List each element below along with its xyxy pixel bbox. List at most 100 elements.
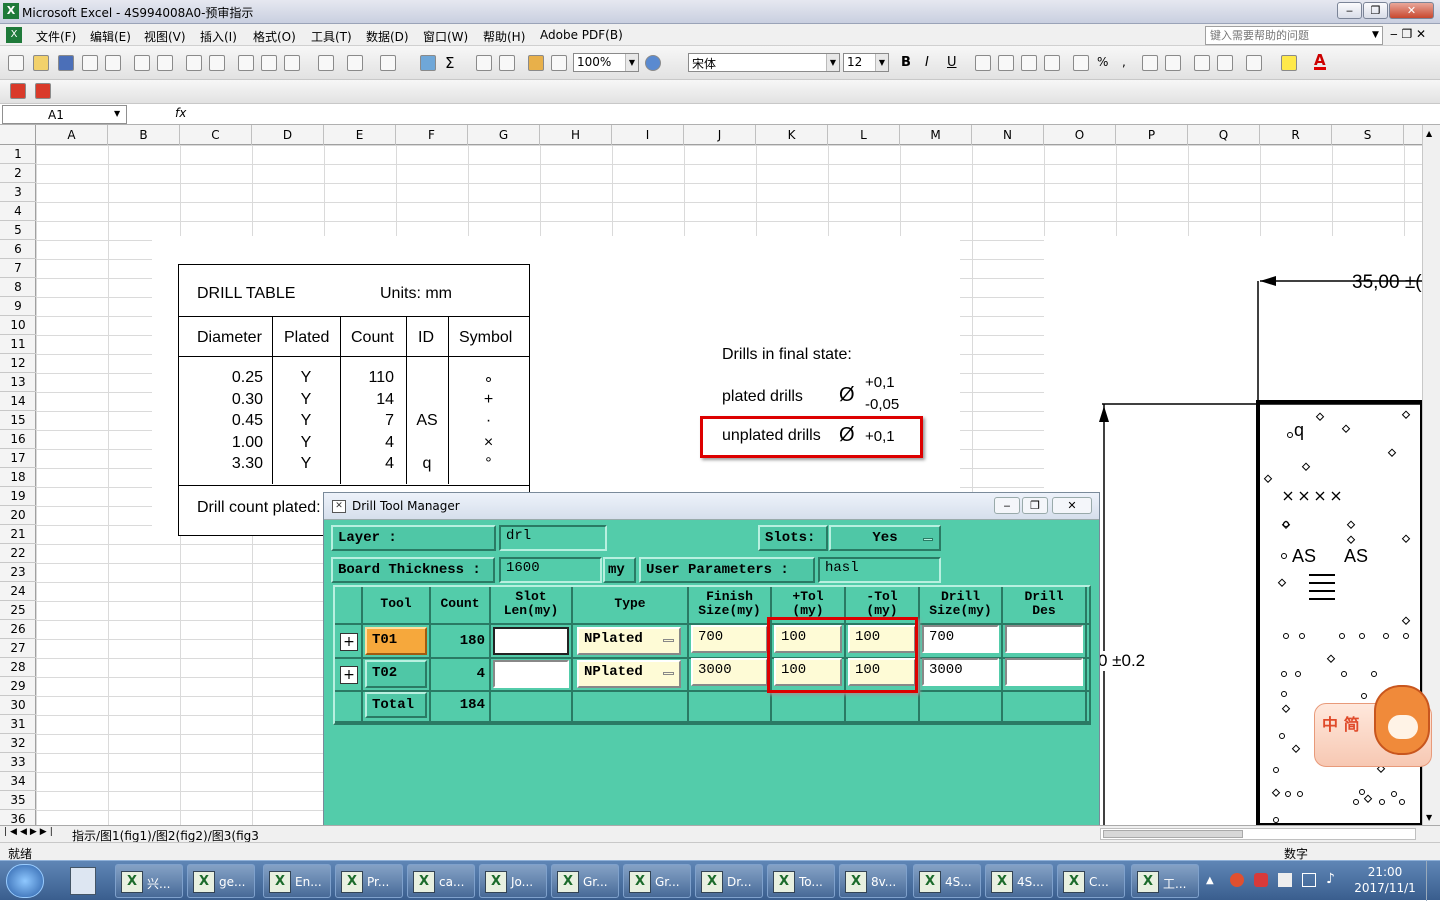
column-header[interactable]: I <box>612 125 684 145</box>
row-header[interactable]: 34 <box>0 772 36 791</box>
format-painter-icon[interactable] <box>318 55 334 71</box>
expand-t02-icon[interactable]: + <box>340 666 358 684</box>
row-header[interactable]: 25 <box>0 601 36 620</box>
menu-format[interactable]: 格式(O) <box>253 28 296 45</box>
tray-expand-icon[interactable]: ▲ <box>1206 875 1214 886</box>
slot-len-t01-input[interactable] <box>493 627 569 655</box>
taskbar-button[interactable]: X Gr... <box>551 864 619 898</box>
dialog-minimize-button[interactable]: ‒ <box>994 497 1020 514</box>
pdf-convert-icon[interactable] <box>10 83 26 99</box>
bold-icon[interactable]: B <box>901 55 911 70</box>
user-parameters-input[interactable]: hasl <box>818 557 941 583</box>
column-header[interactable]: B <box>108 125 180 145</box>
align-left-icon[interactable] <box>975 55 991 71</box>
column-header[interactable]: P <box>1116 125 1188 145</box>
decrease-decimal-icon[interactable] <box>1165 55 1181 71</box>
new-icon[interactable] <box>8 55 24 71</box>
sort-descending-icon[interactable] <box>499 55 515 71</box>
tray-app-icon-3[interactable] <box>1278 873 1292 887</box>
scroll-up-icon[interactable]: ▲ <box>1426 129 1432 138</box>
row-header[interactable]: 18 <box>0 468 36 487</box>
row-header[interactable]: 35 <box>0 791 36 810</box>
increase-decimal-icon[interactable] <box>1142 55 1158 71</box>
column-header[interactable]: S <box>1332 125 1404 145</box>
taskbar-button[interactable]: X 工... <box>1131 864 1199 898</box>
row-header[interactable]: 20 <box>0 506 36 525</box>
fill-color-icon[interactable] <box>1281 55 1297 71</box>
align-right-icon[interactable] <box>1021 55 1037 71</box>
merge-center-icon[interactable] <box>1044 55 1060 71</box>
drill-size-t02-input[interactable]: 3000 <box>922 658 999 686</box>
font-size-select[interactable]: 12 ▼ <box>843 53 889 72</box>
column-header[interactable]: O <box>1044 125 1116 145</box>
row-header[interactable]: 12 <box>0 354 36 373</box>
type-t02-select[interactable]: NPlated <box>577 660 681 688</box>
column-header[interactable]: F <box>396 125 468 145</box>
layer-input[interactable]: drl <box>499 525 607 551</box>
drill-des-t01-input[interactable] <box>1005 625 1083 653</box>
column-header[interactable]: L <box>828 125 900 145</box>
row-header[interactable]: 27 <box>0 639 36 658</box>
underline-icon[interactable]: U <box>947 55 957 70</box>
column-header[interactable]: K <box>756 125 828 145</box>
select-all-corner[interactable] <box>0 125 36 145</box>
row-header[interactable]: 32 <box>0 734 36 753</box>
pdf-email-icon[interactable] <box>35 83 51 99</box>
italic-icon[interactable]: I <box>925 55 929 70</box>
ime-widget[interactable]: 中 简 <box>1312 685 1436 771</box>
autosum-icon[interactable]: Σ <box>445 54 454 72</box>
taskbar-button[interactable]: X Pr... <box>335 864 403 898</box>
help-dropdown-icon[interactable]: ▼ <box>1372 30 1379 40</box>
column-header[interactable]: G <box>468 125 540 145</box>
taskbar-button[interactable]: X To... <box>767 864 835 898</box>
taskbar-button[interactable]: X Jo... <box>479 864 547 898</box>
taskbar-button[interactable]: X 4S... <box>913 864 981 898</box>
taskbar-button[interactable]: X Dr... <box>695 864 763 898</box>
row-header[interactable]: 2 <box>0 164 36 183</box>
row-header[interactable]: 17 <box>0 449 36 468</box>
volume-icon[interactable]: ♪ <box>1326 871 1335 887</box>
row-header[interactable]: 33 <box>0 753 36 772</box>
menu-help[interactable]: 帮助(H) <box>483 28 525 45</box>
horizontal-scrollbar[interactable] <box>1100 828 1416 840</box>
row-header[interactable]: 9 <box>0 297 36 316</box>
start-button[interactable] <box>6 864 44 898</box>
column-header[interactable]: E <box>324 125 396 145</box>
column-header[interactable]: J <box>684 125 756 145</box>
research-icon[interactable] <box>209 55 225 71</box>
maximize-button[interactable]: ❐ <box>1363 2 1388 19</box>
tool-t01[interactable]: T01 <box>365 627 427 655</box>
menu-tools[interactable]: 工具(T) <box>311 28 352 45</box>
row-header[interactable]: 15 <box>0 411 36 430</box>
function-icon[interactable]: fx <box>175 106 186 120</box>
percent-icon[interactable]: % <box>1097 55 1108 69</box>
print-preview-icon[interactable] <box>157 55 173 71</box>
menu-view[interactable]: 视图(V) <box>144 28 186 45</box>
dialog-maximize-button[interactable]: ❐ <box>1022 497 1048 514</box>
cut-icon[interactable] <box>238 55 254 71</box>
align-center-icon[interactable] <box>998 55 1014 71</box>
tool-t02[interactable]: T02 <box>365 660 427 688</box>
column-header[interactable]: A <box>36 125 108 145</box>
close-button[interactable]: ✕ <box>1389 2 1434 19</box>
font-color-icon[interactable]: A <box>1314 53 1326 70</box>
clock[interactable]: 21:00 2017/11/1 <box>1354 865 1416 895</box>
column-header[interactable]: C <box>180 125 252 145</box>
increase-indent-icon[interactable] <box>1217 55 1233 71</box>
copy-icon[interactable] <box>261 55 277 71</box>
menu-insert[interactable]: 插入(I) <box>200 28 237 45</box>
column-header[interactable]: D <box>252 125 324 145</box>
save-icon[interactable] <box>58 55 74 71</box>
show-desktop-button[interactable] <box>1426 861 1440 901</box>
network-icon[interactable] <box>1302 873 1316 887</box>
font-select[interactable]: 宋体 ▼ <box>688 53 840 72</box>
row-header[interactable]: 30 <box>0 696 36 715</box>
row-header[interactable]: 22 <box>0 544 36 563</box>
permission-icon[interactable] <box>82 55 98 71</box>
taskbar-button[interactable]: X 4S... <box>985 864 1053 898</box>
row-header[interactable]: 26 <box>0 620 36 639</box>
tray-app-icon-2[interactable] <box>1254 873 1268 887</box>
taskbar-button[interactable]: X 8v... <box>839 864 907 898</box>
taskbar-button[interactable]: X C... <box>1057 864 1125 898</box>
row-header[interactable]: 4 <box>0 202 36 221</box>
